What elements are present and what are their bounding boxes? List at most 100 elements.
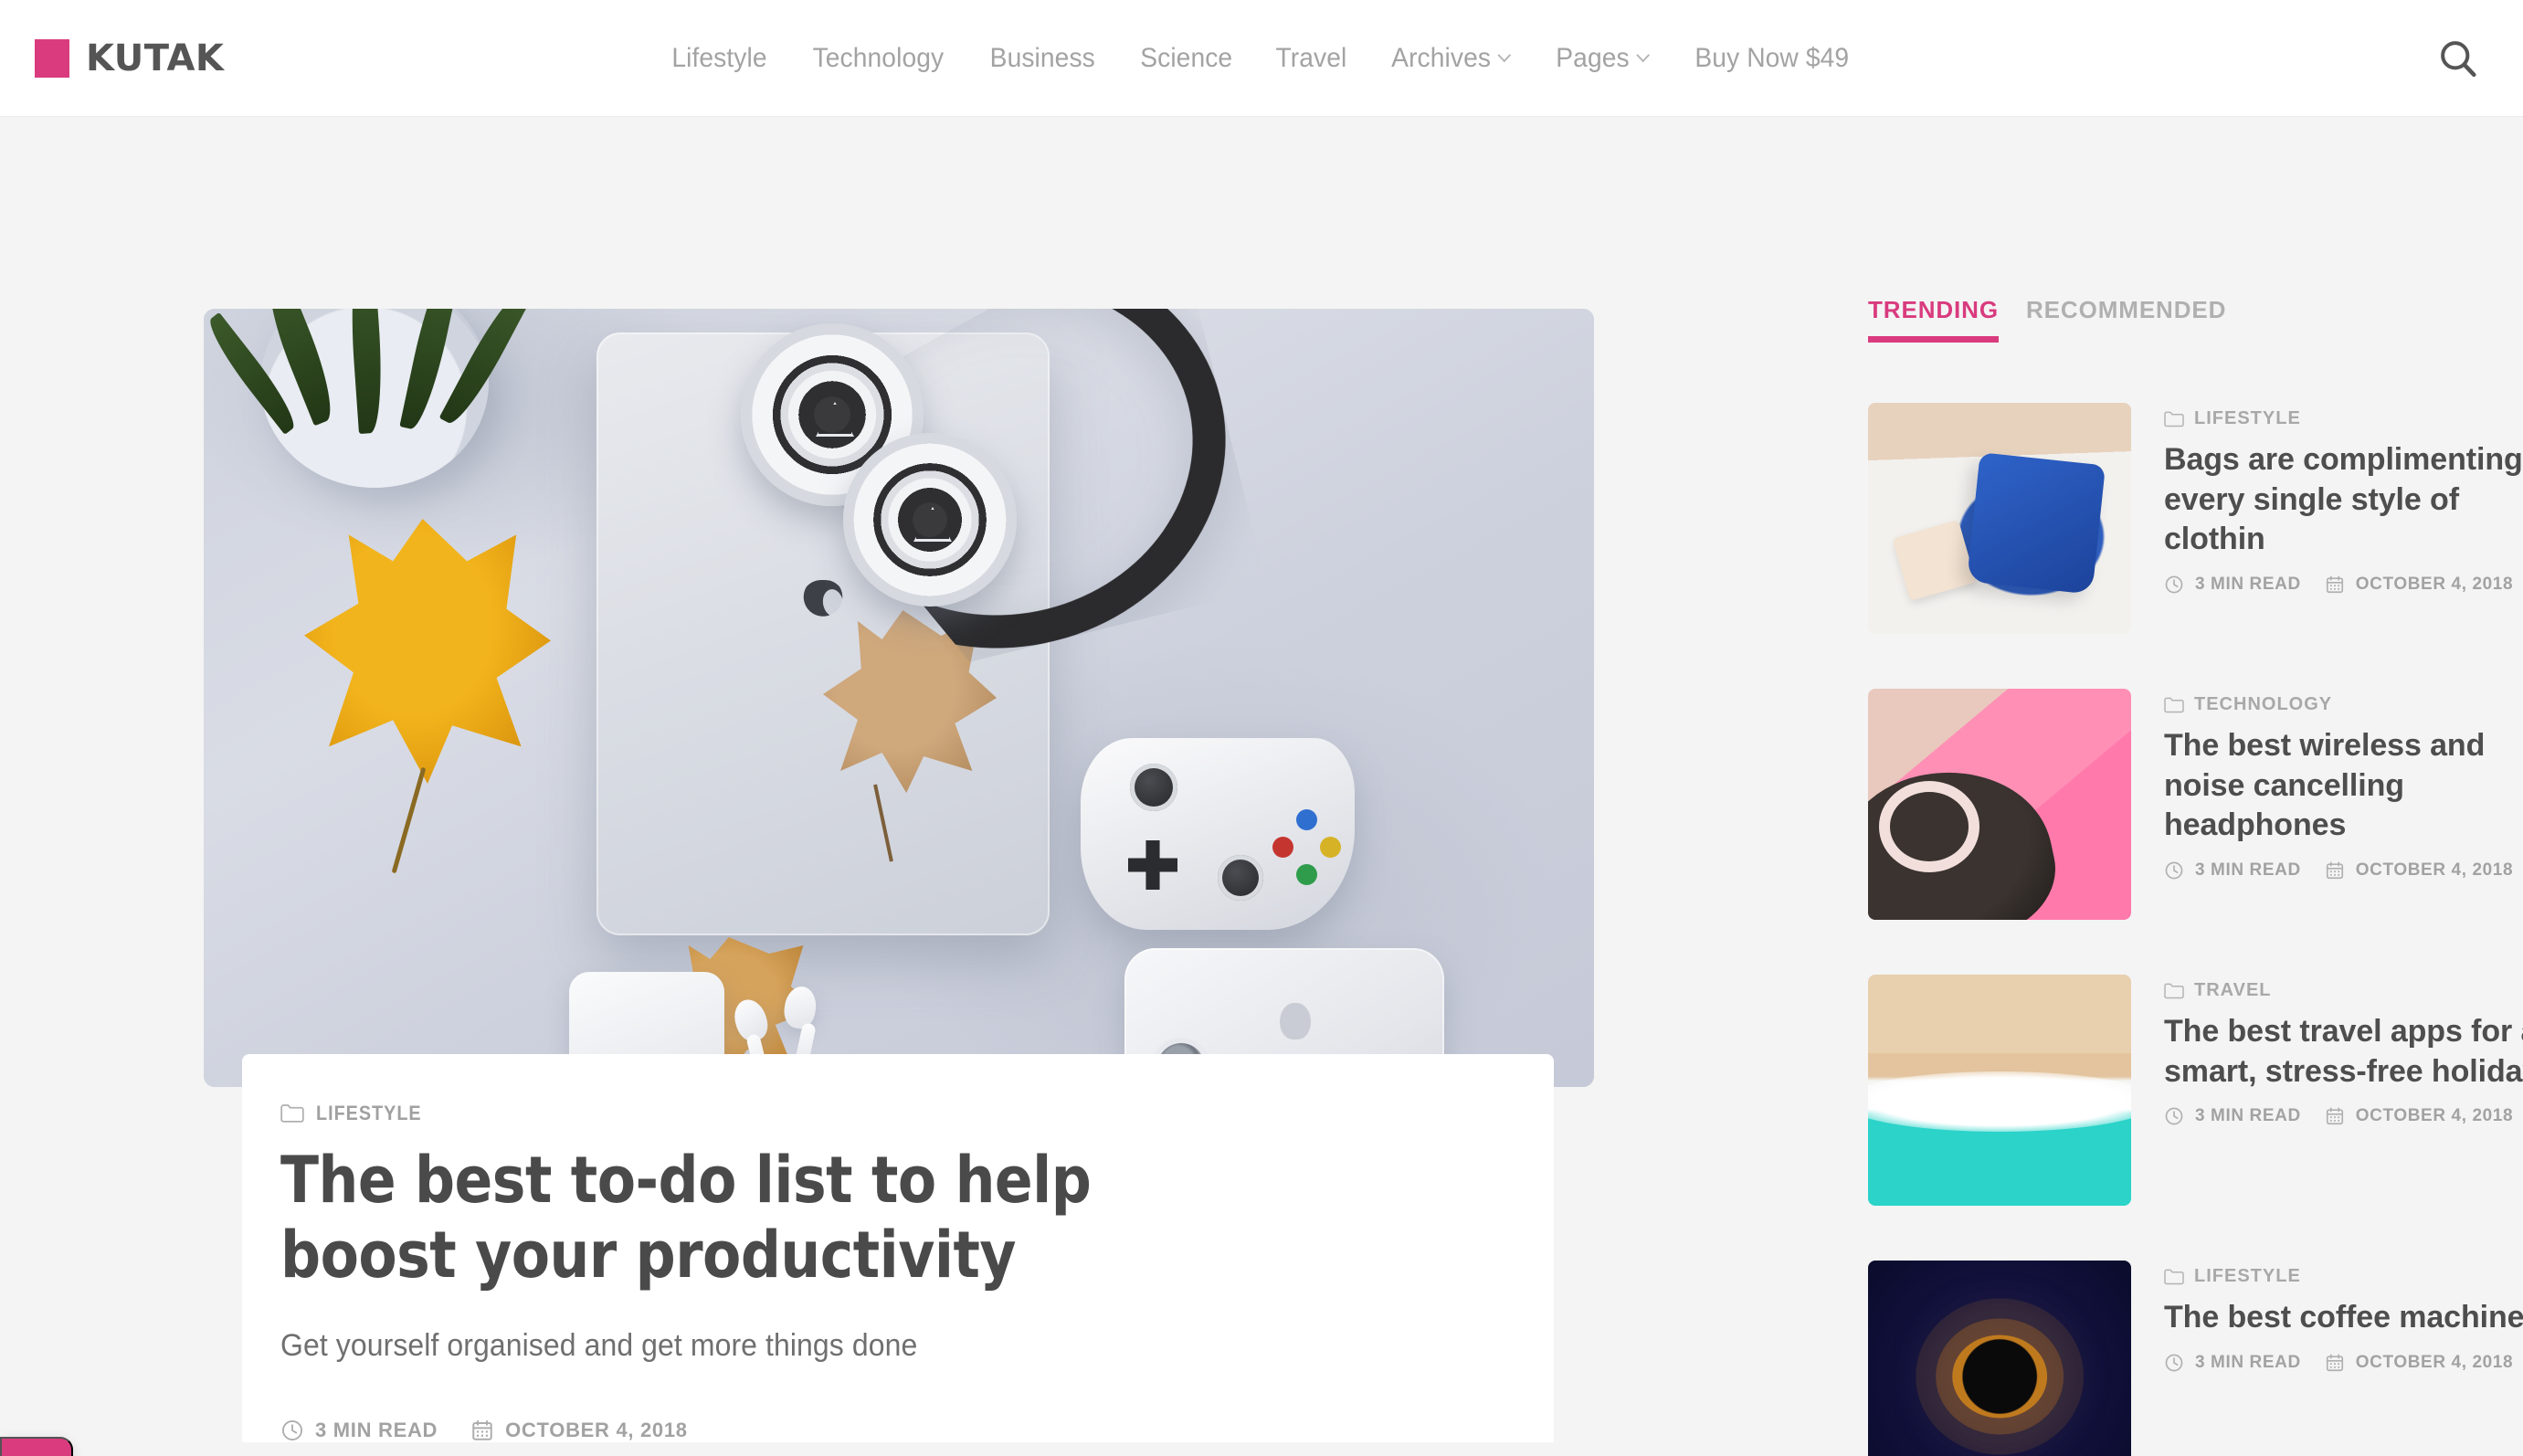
tab-recommended[interactable]: RECOMMENDED xyxy=(2026,296,2226,343)
article-title[interactable]: The best coffee machines xyxy=(2164,1298,2523,1338)
nav-label: Technology xyxy=(812,42,945,73)
article-meta: 3 MIN READ OCTOBER 4, 2018 xyxy=(2164,1353,2523,1373)
tab-trending[interactable]: TRENDING xyxy=(1868,296,1999,343)
featured-read-time-label: 3 MIN READ xyxy=(315,1418,438,1441)
demo-options-button[interactable] xyxy=(0,1437,73,1456)
search-button[interactable] xyxy=(2430,30,2486,87)
primary-navigation: Lifestyle Technology Business Science Tr… xyxy=(649,43,1874,74)
content-container: LIFESTYLE The best to-do list to help bo… xyxy=(204,117,2523,1456)
article-thumbnail[interactable] xyxy=(1868,403,2131,634)
sidebar-tabs: TRENDING RECOMMENDED xyxy=(1868,296,2523,343)
article-date-label: OCTOBER 4, 2018 xyxy=(2355,1106,2514,1126)
article-category-label: LIFESTYLE xyxy=(2194,408,2301,428)
article-title[interactable]: Bags are complimenting every single styl… xyxy=(2164,440,2523,560)
article-date-label: OCTOBER 4, 2018 xyxy=(2355,1352,2514,1372)
chevron-down-icon xyxy=(1637,49,1649,62)
article-date: OCTOBER 4, 2018 xyxy=(2325,860,2513,881)
list-item[interactable]: TRAVEL The best travel apps for a smart,… xyxy=(1868,975,2523,1206)
clock-icon xyxy=(282,1419,302,1440)
article-thumbnail[interactable] xyxy=(1868,1261,2131,1456)
article-date: OCTOBER 4, 2018 xyxy=(2325,1353,2513,1373)
article-category-label: TRAVEL xyxy=(2194,980,2272,1000)
featured-date-label: OCTOBER 4, 2018 xyxy=(505,1418,688,1441)
controller-button-icon xyxy=(1272,837,1293,858)
chevron-down-icon xyxy=(1498,49,1510,62)
sidebar: TRENDING RECOMMENDED LIFESTYLE Bags are … xyxy=(1868,296,2523,1456)
clock-icon xyxy=(2165,1354,2183,1371)
controller-stick-icon xyxy=(1130,764,1177,811)
article-date: OCTOBER 4, 2018 xyxy=(2325,575,2513,595)
featured-image[interactable] xyxy=(204,309,1594,1087)
article-title[interactable]: The best travel apps for a smart, stress… xyxy=(2164,1012,2523,1092)
nav-item-technology[interactable]: Technology xyxy=(795,43,962,74)
list-item[interactable]: LIFESTYLE Bags are complimenting every s… xyxy=(1868,403,2523,634)
folder-icon xyxy=(280,1104,304,1123)
clock-icon xyxy=(2165,575,2183,593)
calendar-icon xyxy=(472,1419,492,1440)
article-date-label: OCTOBER 4, 2018 xyxy=(2355,860,2514,880)
leaf-stem-decor xyxy=(391,766,427,874)
article-date-label: OCTOBER 4, 2018 xyxy=(2355,574,2514,594)
list-item[interactable]: LIFESTYLE The best coffee machines 3 MIN… xyxy=(1868,1261,2523,1456)
featured-category[interactable]: LIFESTYLE xyxy=(280,1102,1554,1125)
apple-logo-icon xyxy=(1280,1003,1311,1039)
article-read-time-label: 3 MIN READ xyxy=(2195,860,2301,880)
site-header: KUTAK Lifestyle Technology Business Scie… xyxy=(0,0,2523,117)
article-thumbnail[interactable] xyxy=(1868,975,2131,1206)
article-category-label: TECHNOLOGY xyxy=(2194,694,2333,714)
site-logo[interactable]: KUTAK xyxy=(35,38,224,78)
list-item-body: LIFESTYLE The best coffee machines 3 MIN… xyxy=(2164,1261,2523,1373)
featured-subtitle: Get yourself organised and get more thin… xyxy=(280,1327,918,1363)
calendar-icon xyxy=(2326,861,2343,879)
list-item-body: TECHNOLOGY The best wireless and noise c… xyxy=(2164,689,2523,881)
article-category-label: LIFESTYLE xyxy=(2194,1266,2301,1286)
calendar-icon xyxy=(2326,575,2343,593)
article-meta: 3 MIN READ OCTOBER 4, 2018 xyxy=(2164,575,2523,595)
article-meta: 3 MIN READ OCTOBER 4, 2018 xyxy=(2164,860,2523,881)
nav-item-travel[interactable]: Travel xyxy=(1258,43,1365,74)
featured-image-photo xyxy=(204,309,1594,1087)
nav-label: Lifestyle xyxy=(671,42,767,73)
list-item[interactable]: TECHNOLOGY The best wireless and noise c… xyxy=(1868,689,2523,920)
article-read-time-label: 3 MIN READ xyxy=(2195,1352,2301,1372)
nav-item-buy-now[interactable]: Buy Now $49 xyxy=(1677,43,1867,74)
nav-label: Buy Now $49 xyxy=(1694,42,1850,73)
nav-item-business[interactable]: Business xyxy=(972,43,1114,74)
article-thumbnail[interactable] xyxy=(1868,689,2131,920)
list-item-body: TRAVEL The best travel apps for a smart,… xyxy=(2164,975,2523,1126)
article-read-time: 3 MIN READ xyxy=(2164,860,2301,881)
nav-item-pages[interactable]: Pages xyxy=(1537,43,1667,74)
article-meta: 3 MIN READ OCTOBER 4, 2018 xyxy=(2164,1106,2523,1126)
controller-stick-icon xyxy=(1218,855,1263,901)
article-category[interactable]: TECHNOLOGY xyxy=(2164,694,2523,715)
calendar-icon xyxy=(2326,1107,2343,1125)
article-read-time: 3 MIN READ xyxy=(2164,575,2301,595)
clock-icon xyxy=(2165,1107,2183,1125)
featured-category-label: LIFESTYLE xyxy=(316,1102,422,1124)
article-read-time: 3 MIN READ xyxy=(2164,1106,2301,1126)
featured-article[interactable]: LIFESTYLE The best to-do list to help bo… xyxy=(204,117,1594,1442)
nav-label: Archives xyxy=(1390,42,1491,73)
article-date: OCTOBER 4, 2018 xyxy=(2325,1106,2513,1126)
article-category[interactable]: LIFESTYLE xyxy=(2164,408,2523,429)
nav-item-lifestyle[interactable]: Lifestyle xyxy=(654,43,786,74)
nav-item-archives[interactable]: Archives xyxy=(1373,43,1528,74)
apple-logo-icon xyxy=(797,579,849,640)
clock-icon xyxy=(2165,861,2183,879)
calendar-icon xyxy=(2326,1354,2343,1371)
article-category[interactable]: TRAVEL xyxy=(2164,980,2523,1001)
article-read-time: 3 MIN READ xyxy=(2164,1353,2301,1373)
featured-title[interactable]: The best to-do list to help boost your p… xyxy=(280,1143,1205,1293)
featured-date: OCTOBER 4, 2018 xyxy=(470,1419,688,1442)
game-controller-decor xyxy=(1081,738,1355,930)
nav-item-science[interactable]: Science xyxy=(1122,43,1250,74)
trending-list: LIFESTYLE Bags are complimenting every s… xyxy=(1868,403,2523,1456)
article-category[interactable]: LIFESTYLE xyxy=(2164,1266,2523,1287)
controller-button-icon xyxy=(1320,837,1341,858)
featured-meta: 3 MIN READ OCTOBER 4, 2018 xyxy=(280,1419,1554,1442)
folder-icon xyxy=(2164,697,2184,712)
article-title[interactable]: The best wireless and noise cancelling h… xyxy=(2164,726,2523,846)
nav-label: Science xyxy=(1139,42,1232,73)
article-read-time-label: 3 MIN READ xyxy=(2195,574,2301,594)
folder-icon xyxy=(2164,411,2184,427)
